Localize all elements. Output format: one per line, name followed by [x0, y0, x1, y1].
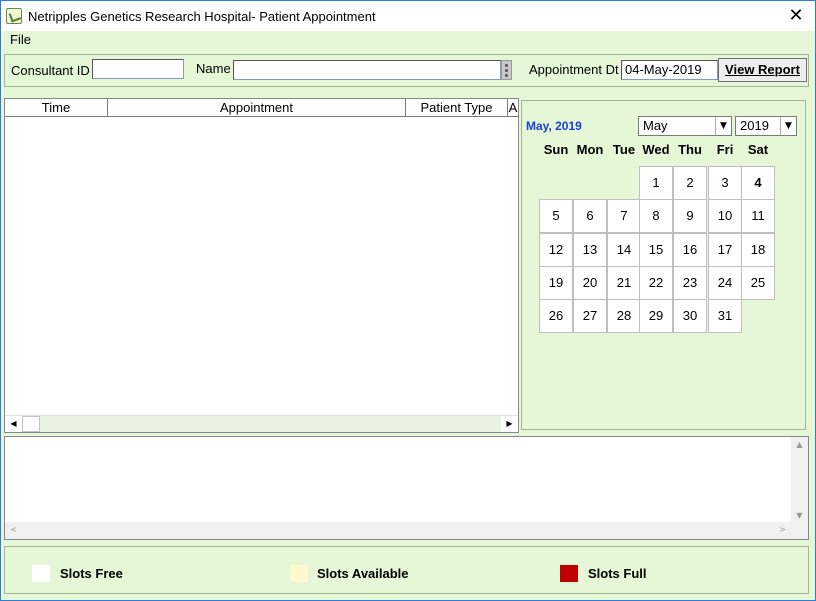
- weekday-header: Fri: [716, 142, 734, 157]
- details-horizontal-scrollbar[interactable]: < >: [5, 522, 791, 539]
- calendar-day[interactable]: 10: [708, 199, 742, 233]
- calendar-day[interactable]: 22: [639, 266, 673, 300]
- column-header-a[interactable]: A: [508, 99, 518, 117]
- slots-free-label: Slots Free: [60, 566, 123, 581]
- appointment-grid[interactable]: Time Appointment Patient Type A ◀ ▶: [4, 98, 519, 433]
- weekday-header: Wed: [642, 142, 670, 157]
- view-report-button[interactable]: View Report: [718, 58, 807, 82]
- slots-free-swatch: [32, 565, 50, 582]
- scroll-up-icon[interactable]: ▲: [791, 437, 808, 453]
- weekday-header: Sat: [747, 142, 769, 157]
- calendar-day[interactable]: 15: [639, 233, 673, 267]
- title-bar: Netripples Genetics Research Hospital- P…: [1, 1, 815, 31]
- filter-bar: Consultant ID Name Appointment Dt 04-May…: [4, 54, 809, 87]
- calendar-day[interactable]: 8: [639, 199, 673, 233]
- calendar-day[interactable]: 4: [741, 166, 775, 200]
- slots-available-label: Slots Available: [317, 566, 409, 581]
- grid-horizontal-scrollbar[interactable]: ◀ ▶: [5, 415, 518, 432]
- column-header-patient-type[interactable]: Patient Type: [406, 99, 508, 117]
- calendar-day[interactable]: 21: [607, 266, 641, 300]
- close-icon[interactable]: ✕: [785, 5, 807, 27]
- consultant-id-field[interactable]: [92, 59, 184, 79]
- calendar-day[interactable]: 9: [673, 199, 707, 233]
- calendar-title: May, 2019: [526, 119, 582, 133]
- calendar-day[interactable]: 28: [607, 299, 641, 333]
- appointment-dt-label: Appointment Dt: [529, 62, 619, 77]
- slot-legend: Slots Free Slots Available Slots Full: [4, 546, 809, 594]
- calendar-day[interactable]: 26: [539, 299, 573, 333]
- weekday-header: Sun: [543, 142, 569, 157]
- chevron-down-icon[interactable]: ▼: [780, 117, 796, 135]
- weekday-header: Mon: [576, 142, 604, 157]
- name-lookup-button[interactable]: [501, 60, 512, 80]
- calendar-panel: May, 2019 May ▼ 2019 ▼ Sun Mon Tue Wed Thu Fr…: [521, 100, 806, 430]
- details-panel[interactable]: ▲ ▼ < >: [4, 436, 809, 540]
- calendar-day[interactable]: 29: [639, 299, 673, 333]
- calendar-day[interactable]: 18: [741, 233, 775, 267]
- calendar-day[interactable]: 19: [539, 266, 573, 300]
- column-header-time[interactable]: Time: [5, 99, 108, 117]
- details-vertical-scrollbar[interactable]: ▲ ▼: [791, 437, 808, 539]
- scroll-right-icon[interactable]: ▶: [501, 416, 518, 432]
- calendar-day[interactable]: 6: [573, 199, 607, 233]
- calendar-day[interactable]: 14: [607, 233, 641, 267]
- calendar-day[interactable]: 11: [741, 199, 775, 233]
- scroll-left-icon[interactable]: <: [5, 522, 22, 538]
- name-label: Name: [196, 61, 231, 76]
- year-select-value: 2019: [740, 118, 769, 133]
- year-select[interactable]: 2019 ▼: [735, 116, 797, 136]
- calendar-day[interactable]: 20: [573, 266, 607, 300]
- calendar-day[interactable]: 1: [639, 166, 673, 200]
- name-field[interactable]: [233, 60, 501, 80]
- calendar-day[interactable]: 23: [673, 266, 707, 300]
- app-icon: [6, 8, 22, 24]
- calendar-day[interactable]: 25: [741, 266, 775, 300]
- scroll-thumb[interactable]: [22, 416, 40, 432]
- scroll-down-icon[interactable]: ▼: [791, 508, 808, 524]
- scroll-right-icon[interactable]: >: [774, 522, 791, 538]
- month-select[interactable]: May ▼: [638, 116, 732, 136]
- app-window: Netripples Genetics Research Hospital- P…: [0, 0, 816, 601]
- calendar-day[interactable]: 27: [573, 299, 607, 333]
- grid-header: Time Appointment Patient Type A: [5, 99, 518, 117]
- month-select-value: May: [643, 118, 668, 133]
- scroll-left-icon[interactable]: ◀: [5, 416, 22, 432]
- chevron-down-icon[interactable]: ▼: [715, 117, 731, 135]
- calendar-day[interactable]: 7: [607, 199, 641, 233]
- calendar-day[interactable]: 13: [573, 233, 607, 267]
- calendar-day[interactable]: 3: [708, 166, 742, 200]
- menu-file[interactable]: File: [10, 32, 31, 47]
- calendar-day[interactable]: 5: [539, 199, 573, 233]
- calendar-day[interactable]: 12: [539, 233, 573, 267]
- calendar-day[interactable]: 24: [708, 266, 742, 300]
- calendar-day[interactable]: 2: [673, 166, 707, 200]
- appointment-date-field[interactable]: 04-May-2019: [621, 60, 718, 80]
- slots-available-swatch: [290, 565, 308, 582]
- calendar-day[interactable]: 16: [673, 233, 707, 267]
- column-header-appointment[interactable]: Appointment: [108, 99, 406, 117]
- window-title: Netripples Genetics Research Hospital- P…: [28, 9, 376, 24]
- weekday-header: Thu: [678, 142, 702, 157]
- consultant-id-label: Consultant ID: [11, 63, 90, 78]
- calendar-day[interactable]: 17: [708, 233, 742, 267]
- calendar-day[interactable]: 31: [708, 299, 742, 333]
- calendar-day[interactable]: 30: [673, 299, 707, 333]
- slots-full-swatch: [560, 565, 578, 582]
- menu-bar: File: [1, 31, 815, 49]
- slots-full-label: Slots Full: [588, 566, 647, 581]
- weekday-header: Tue: [612, 142, 636, 157]
